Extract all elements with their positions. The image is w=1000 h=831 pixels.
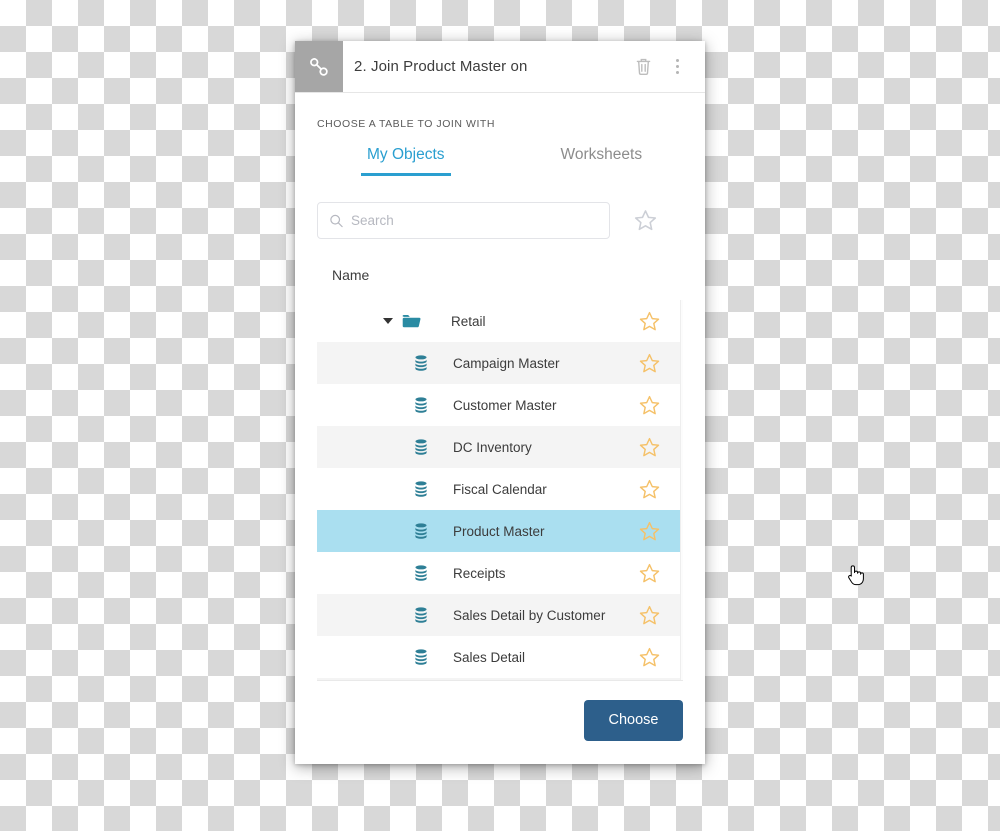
join-dialog: 2. Join Product Master on CHOOSE A TABLE… <box>295 41 864 764</box>
tab-worksheets[interactable]: Worksheets <box>555 145 649 176</box>
chevron-down-icon[interactable] <box>377 318 399 324</box>
choose-button[interactable]: Choose <box>584 699 683 741</box>
star-outline-icon[interactable] <box>638 436 683 459</box>
list-item-label: Customer Master <box>453 397 557 413</box>
titlebar-actions <box>633 55 705 78</box>
link-icon <box>295 41 343 92</box>
favorites-filter-star-icon[interactable] <box>633 208 658 233</box>
folder-icon <box>399 313 423 329</box>
list-item-label: DC Inventory <box>453 439 532 455</box>
section-label: CHOOSE A TABLE TO JOIN WITH <box>317 118 496 130</box>
star-outline-icon[interactable] <box>638 562 683 585</box>
trash-icon[interactable] <box>633 55 654 78</box>
star-outline-icon[interactable] <box>638 394 683 417</box>
database-icon <box>409 438 433 456</box>
star-outline-icon[interactable] <box>638 646 683 669</box>
tab-bar: My Objects Worksheets <box>317 145 683 176</box>
database-icon <box>409 564 433 582</box>
database-icon <box>409 354 433 372</box>
dialog-titlebar: 2. Join Product Master on <box>295 41 705 93</box>
table-list: Retail Campaign Master Customer Master D… <box>317 300 683 680</box>
dialog-title: 2. Join Product Master on <box>354 58 528 75</box>
dialog-body: CHOOSE A TABLE TO JOIN WITH My Objects W… <box>295 93 705 764</box>
star-outline-icon[interactable] <box>638 604 683 627</box>
more-options-icon[interactable] <box>666 56 688 78</box>
list-item-table[interactable]: DC Inventory <box>317 426 683 468</box>
star-outline-icon[interactable] <box>638 352 683 375</box>
tab-my-objects[interactable]: My Objects <box>361 145 451 176</box>
database-icon <box>409 522 433 540</box>
list-item-table[interactable]: Campaign Master <box>317 342 683 384</box>
database-icon <box>409 606 433 624</box>
list-item-label: Fiscal Calendar <box>453 481 547 497</box>
list-item-table[interactable]: Sales Detail <box>317 636 683 678</box>
search-icon <box>329 213 344 228</box>
database-icon <box>409 480 433 498</box>
database-icon <box>409 396 433 414</box>
mouse-cursor <box>846 563 866 587</box>
list-item-folder[interactable]: Retail <box>317 300 683 342</box>
search-row <box>317 202 683 239</box>
database-icon <box>409 648 433 666</box>
star-outline-icon[interactable] <box>638 520 683 543</box>
list-item-label: Retail <box>451 313 486 329</box>
star-outline-icon[interactable] <box>638 478 683 501</box>
list-item-table[interactable]: Sales Detail by Customer <box>317 594 683 636</box>
list-item-label: Product Master <box>453 523 545 539</box>
list-item-table[interactable]: Fiscal Calendar <box>317 468 683 510</box>
list-item-table[interactable]: Customer Master <box>317 384 683 426</box>
search-box[interactable] <box>317 202 610 239</box>
column-header-name: Name <box>332 267 370 283</box>
search-input[interactable] <box>318 203 609 238</box>
list-item-label: Campaign Master <box>453 355 560 371</box>
list-item-label: Sales Detail <box>453 649 526 665</box>
list-item-table-selected[interactable]: Product Master <box>317 510 683 552</box>
list-item-label: Receipts <box>453 565 506 581</box>
list-item-label: Sales Detail by Customer <box>453 607 606 623</box>
list-item-table[interactable]: Receipts <box>317 552 683 594</box>
list-scrollbar-track[interactable] <box>680 300 683 680</box>
table-list-container: Retail Campaign Master Customer Master D… <box>317 300 683 681</box>
dialog-footer: Choose <box>317 676 683 764</box>
star-outline-icon[interactable] <box>638 310 683 333</box>
